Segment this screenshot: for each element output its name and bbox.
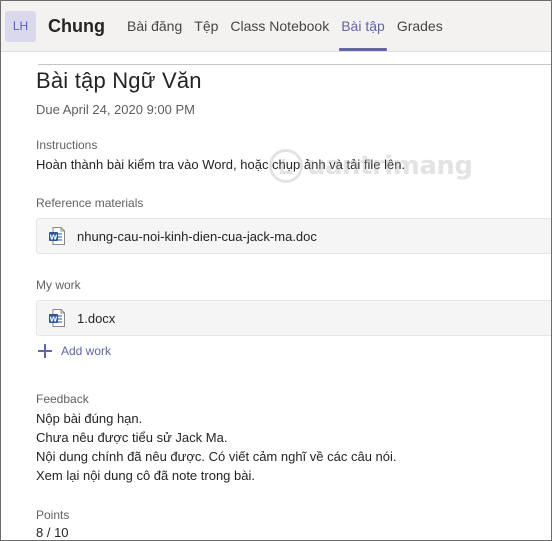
team-avatar[interactable]: LH [5,10,36,42]
reference-materials-label: Reference materials [36,196,144,210]
due-date: Due April 24, 2020 9:00 PM [36,102,195,117]
watermark-text: uantrimang [307,151,473,181]
watermark: uantrimang [269,149,473,183]
tab-grades[interactable]: Grades [391,1,449,51]
team-header: LH Chung Bài đăng Tệp Class Notebook Bài… [1,1,551,52]
my-work-label: My work [36,278,81,292]
assignment-title: Bài tập Ngữ Văn [36,68,202,93]
team-name: Chung [48,15,105,36]
add-work-label: Add work [61,344,112,358]
feedback-label: Feedback [36,392,89,406]
word-file-icon: W [49,309,65,327]
header-divider [38,64,551,65]
watermark-logo-icon [269,149,303,183]
app-window: LH Chung Bài đăng Tệp Class Notebook Bài… [0,0,552,541]
feedback-line: Chưa nêu được tiểu sử Jack Ma. [36,430,228,445]
instructions-label: Instructions [36,138,98,152]
tab-files[interactable]: Tệp [188,1,224,51]
assignment-detail: Bài tập Ngữ Văn Due April 24, 2020 9:00 … [1,52,551,540]
tab-assignments[interactable]: Bài tập [335,1,391,51]
tab-posts[interactable]: Bài đăng [121,1,188,51]
word-file-icon: W [49,227,65,245]
my-work-file-name: 1.docx [77,310,116,326]
feedback-line: Nội dung chính đã nêu được. Có viết cảm … [36,449,397,464]
reference-file-card[interactable]: W nhung-cau-noi-kinh-dien-cua-jack-ma.do… [36,218,551,254]
feedback-line: Nộp bài đúng hạn. [36,411,143,426]
channel-tabs: Bài đăng Tệp Class Notebook Bài tập Grad… [121,1,449,51]
reference-file-name: nhung-cau-noi-kinh-dien-cua-jack-ma.doc [77,228,317,244]
svg-text:W: W [50,233,58,241]
plus-icon [38,344,52,358]
tab-class-notebook[interactable]: Class Notebook [224,1,335,51]
feedback-line: Xem lại nội dung cô đã note trong bài. [36,468,255,483]
points-label: Points [36,508,70,522]
svg-text:W: W [50,315,58,323]
add-work-button[interactable]: Add work [38,344,111,358]
my-work-file-card[interactable]: W 1.docx [36,300,551,336]
points-value: 8 / 10 [36,525,69,540]
